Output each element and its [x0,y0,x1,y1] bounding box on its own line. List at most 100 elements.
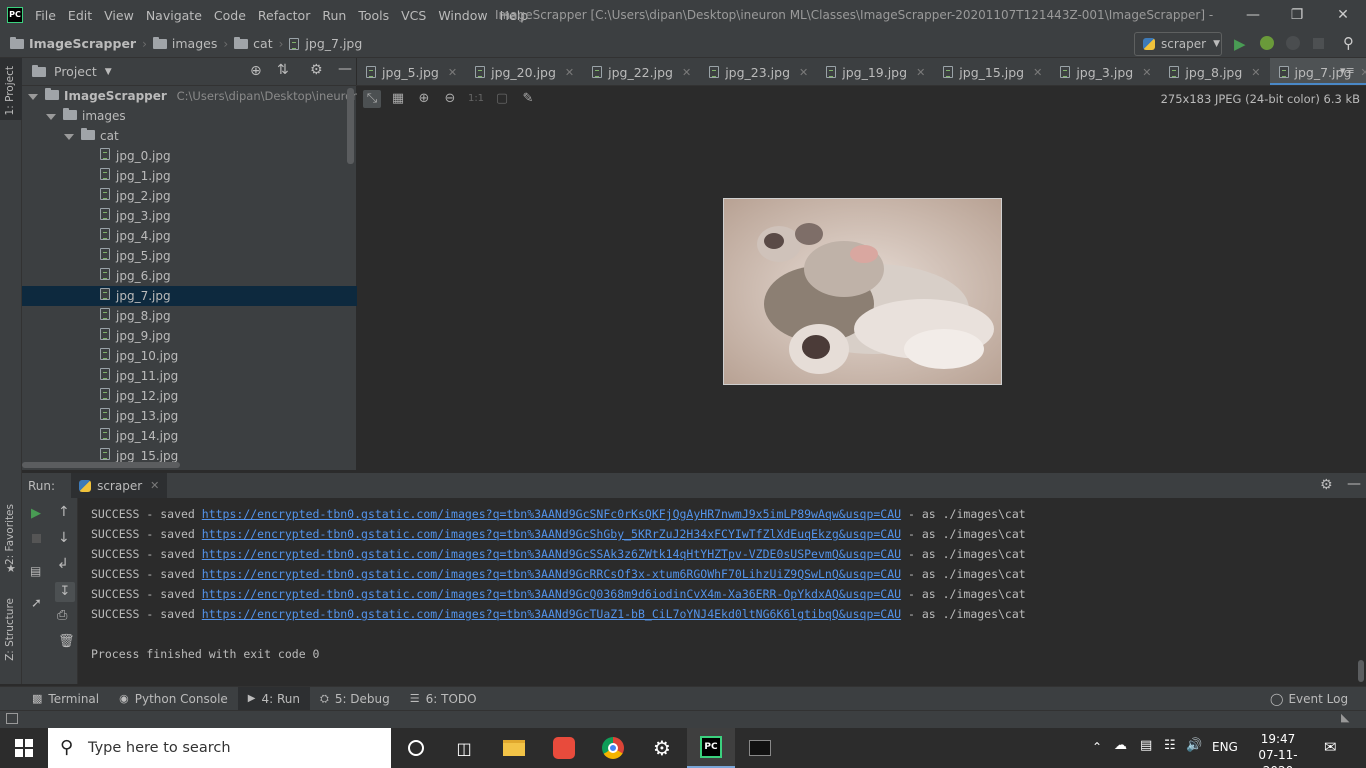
close-tab-icon[interactable]: ✕ [1142,66,1151,79]
tree-file[interactable]: jpg_4.jpg [22,226,357,246]
tree-file[interactable]: jpg_10.jpg [22,346,357,366]
event-log-button[interactable]: ◯ Event Log [1260,687,1358,711]
tree-file[interactable]: jpg_11.jpg [22,366,357,386]
console-link[interactable]: https://encrypted-tbn0.gstatic.com/image… [202,507,901,521]
pycharm-logo-icon[interactable]: PC [7,7,23,23]
console-link[interactable]: https://encrypted-tbn0.gstatic.com/image… [202,607,901,621]
layout-toggle-icon[interactable] [6,713,18,724]
hide-panel-icon[interactable]: — [338,61,352,77]
locate-icon[interactable]: ⊕ [250,63,262,79]
menu-code[interactable]: Code [214,8,246,23]
print-icon[interactable]: ⎙ [57,608,67,623]
breadcrumb-cat[interactable]: cat [253,36,272,51]
editor-tab[interactable]: jpg_22.jpg ✕ [583,58,700,85]
menu-view[interactable]: View [104,8,134,23]
color-picker-icon[interactable]: ✎ [519,90,537,108]
language-indicator[interactable]: ENG [1212,740,1238,754]
gear-icon[interactable]: ⚙ [310,62,323,78]
tree-root[interactable]: ImageScrapper C:\Users\dipan\Desktop\ine… [22,86,391,106]
breadcrumb-project[interactable]: ImageScrapper [29,36,136,51]
close-tab-icon[interactable]: ✕ [448,66,457,79]
chrome-icon[interactable] [589,728,637,768]
grid-icon[interactable]: ▦ [389,90,407,108]
close-icon[interactable]: ✕ [1320,0,1366,30]
terminal-window-icon[interactable] [736,728,784,768]
cortana-icon[interactable] [392,728,440,768]
clock[interactable]: 19:47 07-11-2020 [1250,731,1306,768]
console-link[interactable]: https://encrypted-tbn0.gstatic.com/image… [202,527,901,541]
close-tab-icon[interactable]: ✕ [565,66,574,79]
hide-panel-icon[interactable]: — [1347,476,1361,492]
tree-file[interactable]: jpg_7.jpg [22,286,357,306]
memory-icon[interactable]: ◣ [1341,711,1349,724]
tab-terminal[interactable]: ▩ Terminal [22,687,109,711]
gear-icon[interactable]: ⚙ [1320,477,1333,493]
stop-icon[interactable] [1313,38,1324,49]
run-tab-scraper[interactable]: scraper ✕ [71,472,168,499]
editor-tab[interactable]: jpg_20.jpg ✕ [466,58,583,85]
tab-python-console[interactable]: ◉ Python Console [109,687,238,711]
close-tab-icon[interactable]: ✕ [799,66,808,79]
trash-icon[interactable]: 🗑 [58,634,75,649]
scroll-to-end-icon[interactable]: ↧ [55,582,75,602]
close-icon[interactable]: ✕ [150,479,159,492]
profile-icon[interactable] [1286,36,1300,50]
tree-file[interactable]: jpg_0.jpg [22,146,357,166]
project-panel-title[interactable]: Project [54,64,97,79]
tree-file[interactable]: jpg_14.jpg [22,426,357,446]
wifi-icon[interactable]: ☷ [1164,738,1176,753]
pin-icon[interactable]: ➚ [31,596,42,611]
pycharm-taskbar-icon[interactable]: PC [687,728,735,768]
breadcrumb-file[interactable]: jpg_7.jpg [305,36,362,51]
menu-window[interactable]: Window [438,8,487,23]
project-tool-tab[interactable]: 1: Project [0,58,22,120]
console-output[interactable]: SUCCESS - saved https://encrypted-tbn0.g… [78,498,1366,684]
stop-icon[interactable] [32,534,41,543]
tree-file[interactable]: jpg_3.jpg [22,206,357,226]
collapse-all-icon[interactable]: ⇅ [277,62,289,78]
close-tab-icon[interactable]: ✕ [682,66,691,79]
editor-tab[interactable]: jpg_5.jpg ✕ [357,58,466,85]
menu-file[interactable]: File [35,8,56,23]
chevron-up-icon[interactable]: ⌃ [1092,740,1102,754]
tree-file[interactable]: jpg_6.jpg [22,266,357,286]
menu-vcs[interactable]: VCS [401,8,426,23]
editor-tab[interactable]: jpg_15.jpg ✕ [934,58,1051,85]
menu-navigate[interactable]: Navigate [146,8,202,23]
search-icon[interactable]: ⚲ [1343,34,1354,52]
rerun-icon[interactable]: ▶ [31,506,41,521]
zoom-in-icon[interactable]: ⊕ [415,90,433,108]
chevron-down-icon[interactable]: ▼ [105,67,112,77]
tree-file[interactable]: jpg_8.jpg [22,306,357,326]
tree-folder-images[interactable]: images [22,106,357,126]
editor-tab[interactable]: jpg_8.jpg ✕ [1160,58,1269,85]
tree-file[interactable]: jpg_12.jpg [22,386,357,406]
console-scrollbar[interactable] [1358,660,1364,682]
windows-start-icon[interactable] [0,728,48,768]
menu-refactor[interactable]: Refactor [258,8,310,23]
tree-folder-cat[interactable]: cat [22,126,357,146]
breadcrumb-images[interactable]: images [172,36,217,51]
settings-gear-icon[interactable]: ⚙ [638,728,686,768]
screen-recorder-icon[interactable] [540,728,588,768]
structure-tool-tab[interactable]: Z: Structure [4,598,16,661]
close-tab-icon[interactable]: ✕ [1251,66,1260,79]
editor-tab[interactable]: jpg_23.jpg ✕ [700,58,817,85]
tree-file[interactable]: jpg_2.jpg [22,186,357,206]
tab-todo[interactable]: ☰ 6: TODO [400,687,487,711]
soft-wrap-icon[interactable]: ↲ [57,556,69,572]
restore-icon[interactable]: ❐ [1274,0,1320,30]
task-view-icon[interactable]: ◫ [440,728,488,768]
tree-file[interactable]: jpg_9.jpg [22,326,357,346]
menu-tools[interactable]: Tools [358,8,389,23]
volume-icon[interactable]: 🔊 [1186,738,1202,753]
menu-run[interactable]: Run [322,8,346,23]
fit-window-icon[interactable]: ▢ [493,90,511,108]
close-tab-icon[interactable]: ✕ [916,66,925,79]
tree-scrollbar[interactable] [347,88,354,164]
tree-file[interactable]: jpg_1.jpg [22,166,357,186]
fit-zoom-icon[interactable]: ⤡ [363,90,381,108]
editor-tab[interactable]: jpg_19.jpg ✕ [817,58,934,85]
arrow-down-icon[interactable]: ↓ [58,530,70,546]
tab-overflow-icon[interactable]: ▾≡ [1340,64,1355,77]
